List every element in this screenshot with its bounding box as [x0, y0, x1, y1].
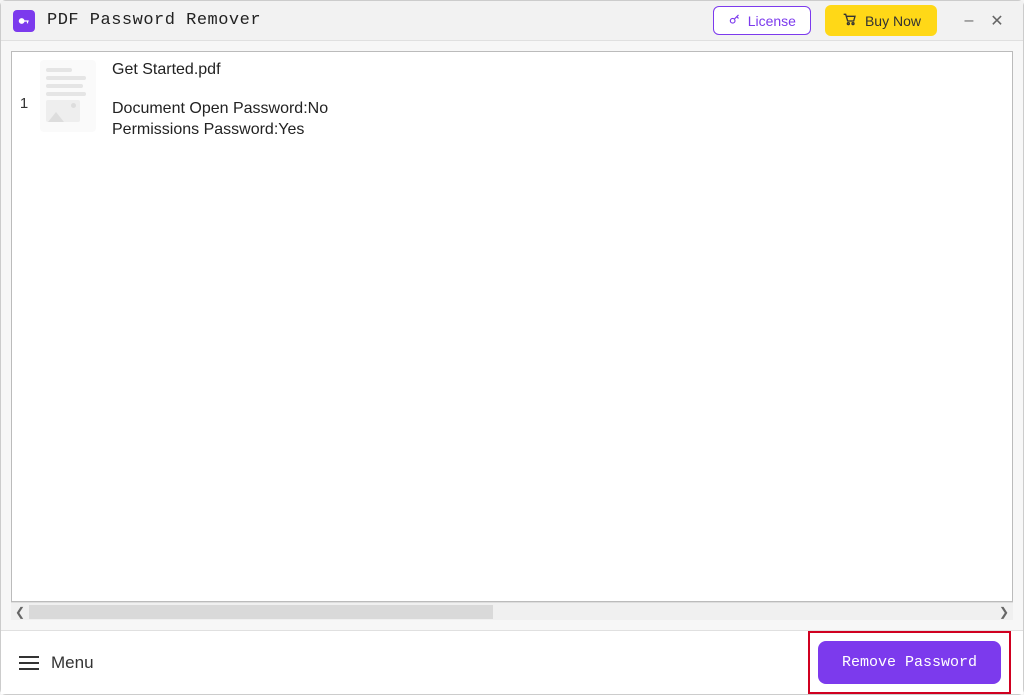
license-button-label: License — [748, 13, 796, 29]
bottombar: Menu Remove Password — [1, 630, 1023, 694]
file-info: Get Started.pdf Document Open Password: … — [112, 60, 328, 140]
file-row[interactable]: 1 Get Started.pdf Document Open Password… — [12, 52, 1012, 148]
menu-label: Menu — [51, 653, 94, 673]
file-list: 1 Get Started.pdf Document Open Password… — [11, 51, 1013, 602]
file-name: Get Started.pdf — [112, 60, 328, 81]
permissions-password-label: Permissions Password: — [112, 120, 278, 141]
minimize-icon: – — [965, 12, 974, 30]
scroll-right-icon[interactable]: ❯ — [995, 605, 1013, 619]
scrollbar-track[interactable] — [29, 605, 995, 619]
titlebar: PDF Password Remover License Buy Now — [1, 1, 1023, 41]
remove-password-highlight: Remove Password — [808, 631, 1011, 694]
hamburger-icon — [19, 656, 39, 670]
menu-button[interactable]: Menu — [19, 653, 94, 673]
license-button[interactable]: License — [713, 6, 811, 35]
doc-open-password-value: No — [308, 99, 328, 120]
close-icon: ✕ — [990, 11, 1003, 31]
remove-password-button[interactable]: Remove Password — [818, 641, 1001, 684]
app-icon — [13, 10, 35, 32]
scrollbar-thumb[interactable] — [29, 605, 493, 619]
permissions-password-value: Yes — [278, 120, 304, 141]
app-window: PDF Password Remover License Buy Now — [0, 0, 1024, 695]
cart-icon — [841, 11, 857, 30]
minimize-button[interactable]: – — [955, 7, 983, 35]
scroll-left-icon[interactable]: ❮ — [11, 605, 29, 619]
buy-now-label: Buy Now — [865, 13, 921, 29]
doc-open-password-label: Document Open Password: — [112, 99, 308, 120]
main-area: 1 Get Started.pdf Document Open Password… — [1, 41, 1023, 630]
file-thumbnail-icon — [40, 60, 96, 132]
close-button[interactable]: ✕ — [983, 7, 1011, 35]
horizontal-scrollbar[interactable]: ❮ ❯ — [11, 602, 1013, 620]
key-icon — [728, 12, 742, 29]
row-number: 1 — [16, 60, 32, 112]
app-title: PDF Password Remover — [47, 11, 261, 30]
buy-now-button[interactable]: Buy Now — [825, 5, 937, 36]
